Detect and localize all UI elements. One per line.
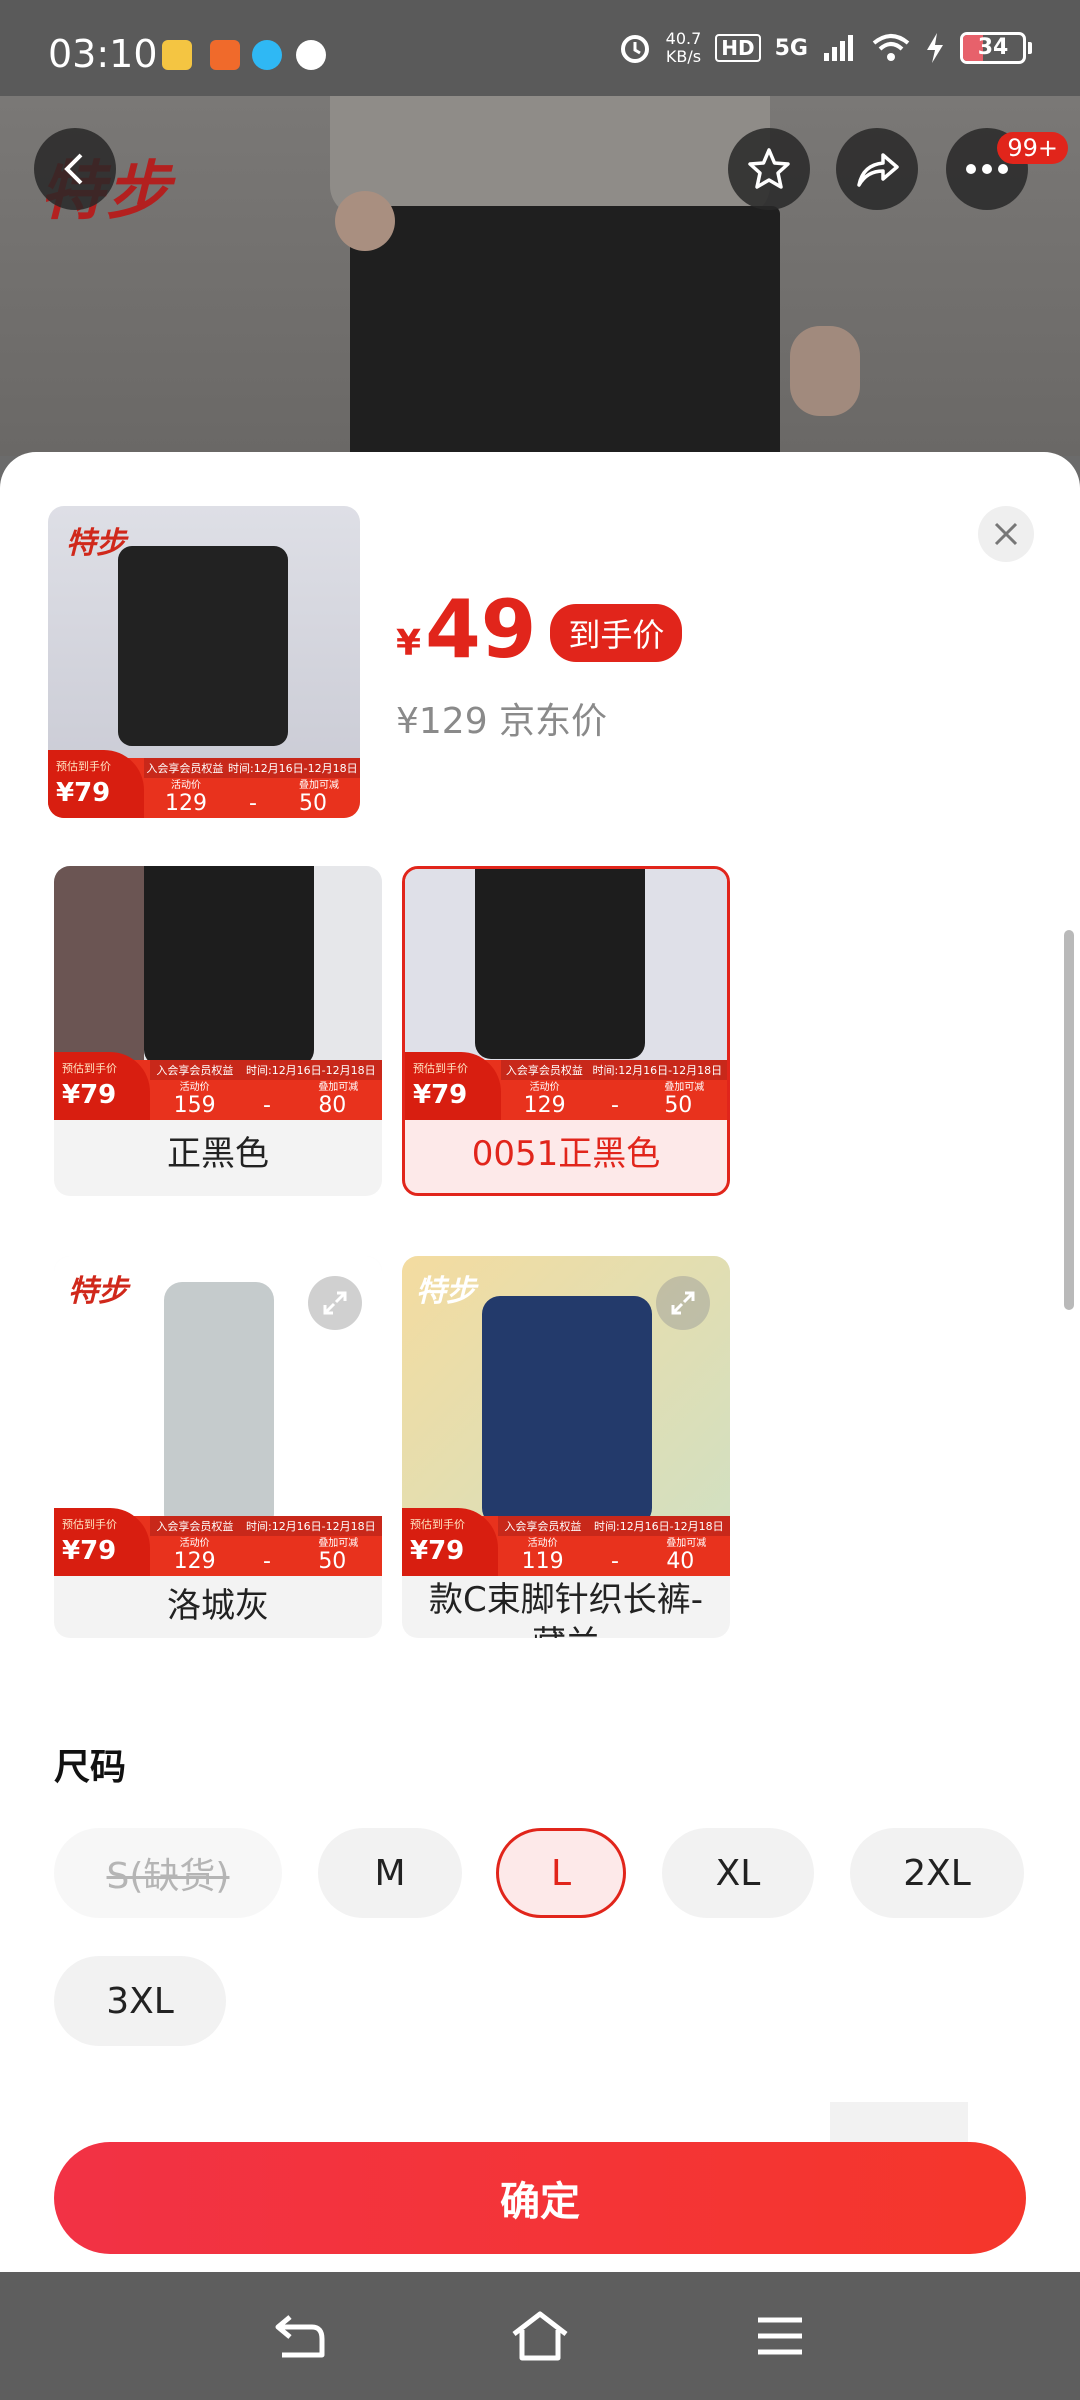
size-section-title: 尺码 [54, 1747, 127, 1788]
qq-icon [252, 40, 282, 70]
sku-selector-sheet: 特步 入会享会员权益 时间:12月16日-12月18日 活动价 129 - 叠加可减… [0, 452, 1080, 2272]
hd-indicator: HD [715, 34, 761, 62]
battery-icon: 34 [960, 32, 1032, 64]
confirm-button[interactable]: 确定 [54, 2142, 1026, 2254]
app-notification-icon [210, 40, 240, 70]
share-button[interactable] [836, 128, 918, 210]
expand-image-icon[interactable] [308, 1276, 362, 1330]
final-price-tag: 到手价 [550, 604, 683, 662]
size-option-2xl[interactable]: 2XL [850, 1828, 1024, 1918]
system-nav-bar [0, 2272, 1080, 2400]
expand-image-icon[interactable] [656, 1276, 710, 1330]
close-button[interactable] [978, 506, 1034, 562]
size-option-3xl[interactable]: 3XL [54, 1956, 226, 2046]
status-time: 03:10 [48, 32, 158, 76]
star-icon [748, 148, 790, 189]
notification-badge: 99+ [997, 132, 1068, 164]
back-nav-button[interactable] [270, 2306, 330, 2366]
variant-option-selected[interactable]: 入会享会员权益 时间:12月16日-12月18日 活动价 129- 叠加可减 50 预估… [402, 866, 730, 1196]
charging-icon [927, 33, 943, 63]
share-icon [857, 153, 899, 187]
network-type: 5G [774, 35, 808, 61]
menu-icon [758, 2317, 802, 2355]
variant-option[interactable]: 入会享会员权益 时间:12月16日-12月18日 活动价 159- 叠加可减 80 预估… [54, 866, 382, 1196]
status-right: 40.7 KB/s HD 5G 34 [618, 30, 1032, 66]
menu-nav-button[interactable] [750, 2306, 810, 2366]
variant-label: 0051正黑色 [471, 1134, 661, 1174]
size-option-m[interactable]: M [318, 1828, 462, 1918]
variant-option[interactable]: 特步 入会享会员权益 时间:12月16日-12月18日 活动价 129- 叠加可减 50… [54, 1256, 382, 1638]
message-icon [296, 40, 326, 70]
quantity-stepper[interactable] [830, 2102, 968, 2142]
network-speed: 40.7 KB/s [665, 29, 702, 66]
home-nav-button[interactable] [510, 2306, 570, 2366]
variant-label: 洛城灰 [167, 1586, 269, 1626]
brand-logo-small: 特步 [66, 526, 126, 561]
back-button[interactable] [34, 128, 116, 210]
chevron-left-icon [64, 153, 83, 185]
app-notification-icon [162, 40, 192, 70]
variant-option[interactable]: 特步 入会享会员权益 时间:12月16日-12月18日 活动价 119- 叠加可减 40… [402, 1256, 730, 1638]
favorite-button[interactable] [728, 128, 810, 210]
final-price: ¥ 49 到手价 [396, 590, 683, 670]
signal-icon [824, 35, 853, 61]
selected-product-thumbnail[interactable]: 特步 入会享会员权益 时间:12月16日-12月18日 活动价 129 - 叠加可减… [48, 506, 360, 818]
alarm-icon [620, 35, 649, 63]
size-option-s[interactable]: S(缺货) [54, 1828, 282, 1918]
variant-label: 款C束脚针织长裤-藏兰 [428, 1580, 703, 1638]
status-bar: 03:10 40.7 KB/s HD 5G 34 [0, 0, 1080, 96]
wifi-icon [872, 34, 910, 61]
scrollbar[interactable] [1064, 930, 1074, 1310]
variant-label: 正黑色 [167, 1134, 269, 1174]
jd-price: ¥129 京东价 [396, 701, 608, 742]
size-option-xl[interactable]: XL [662, 1828, 814, 1918]
more-dots-icon [966, 164, 1008, 174]
size-option-l[interactable]: L [496, 1828, 626, 1918]
home-icon [512, 2311, 568, 2361]
close-icon [994, 522, 1018, 546]
back-arrow-icon [275, 2315, 325, 2358]
